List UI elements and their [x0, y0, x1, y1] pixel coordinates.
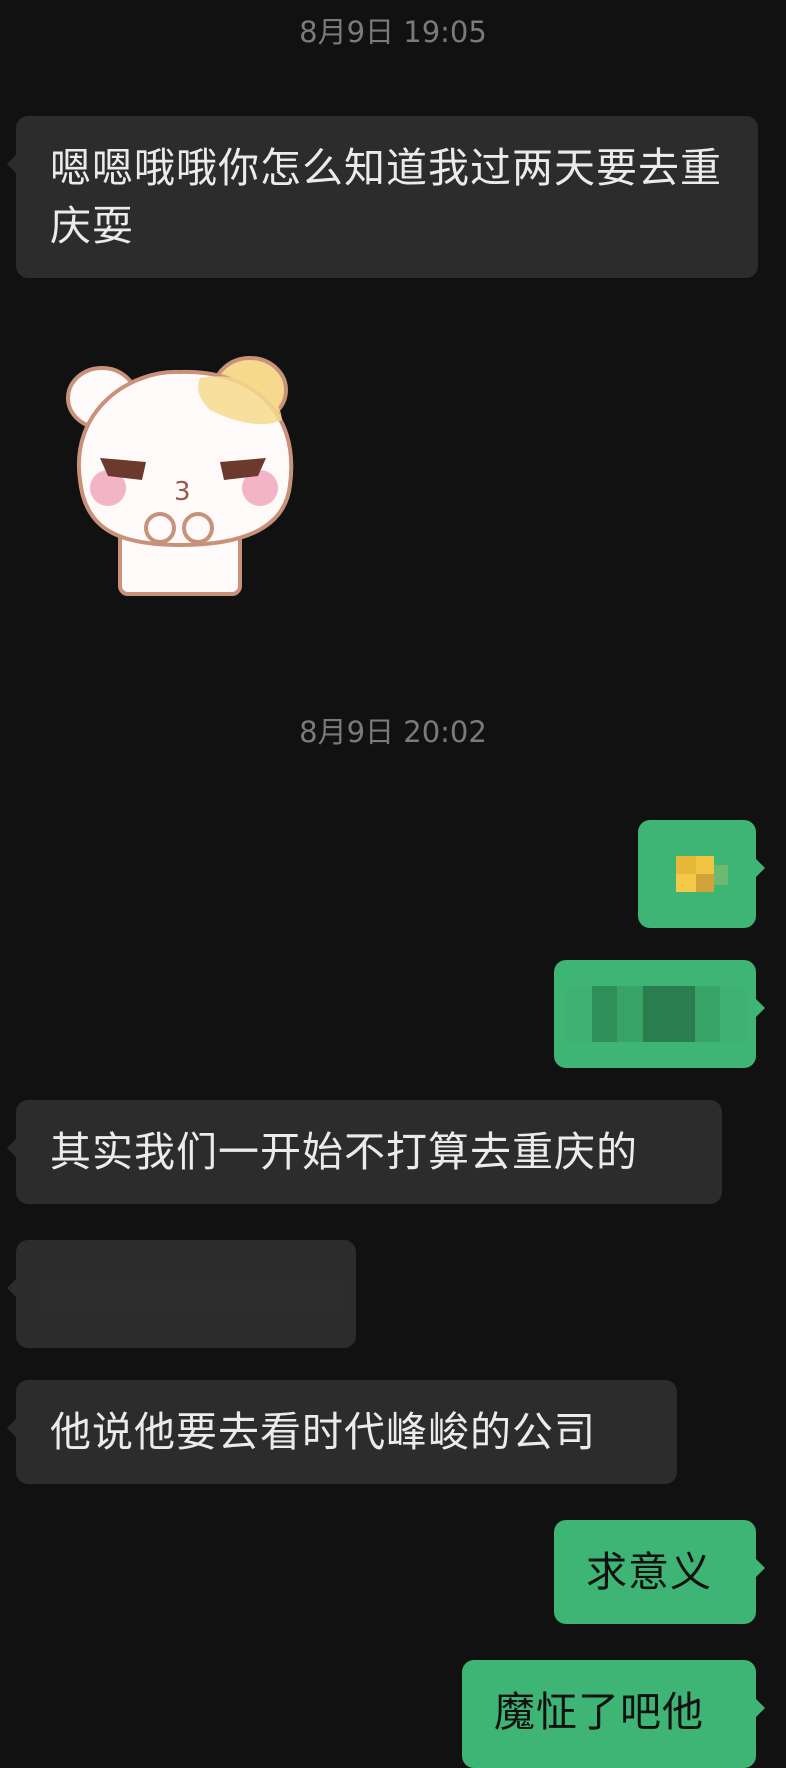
- message-text: 求意义: [586, 1548, 712, 1596]
- redacted-mosaic: [696, 856, 714, 874]
- bubble-tail: [7, 1278, 17, 1298]
- bubble-tail: [755, 1558, 765, 1578]
- message-text: 其实我们一开始不打算去重庆的: [50, 1128, 638, 1176]
- redacted-mosaic: [696, 874, 714, 892]
- timestamp: 8月9日 20:02: [299, 715, 487, 749]
- timestamp: 8月9日 19:05: [299, 15, 487, 49]
- outgoing-image-bubble[interactable]: [638, 820, 765, 928]
- incoming-message-bubble[interactable]: 嗯嗯哦哦你怎么知道我过两天要去重庆耍: [7, 116, 758, 278]
- hamster-sticker-icon: 3: [66, 356, 294, 596]
- redacted-mosaic: [566, 986, 747, 1042]
- redacted-mosaic: [42, 1278, 342, 1310]
- redacted-mosaic: [714, 865, 728, 885]
- bubble-tail: [755, 998, 765, 1018]
- incoming-message-bubble[interactable]: 他说他要去看时代峰峻的公司: [7, 1380, 677, 1484]
- message-text: 嗯嗯哦哦你怎么知道我过两天要去重庆耍: [50, 144, 722, 250]
- outgoing-message-bubble[interactable]: [554, 960, 765, 1068]
- svg-text:3: 3: [174, 477, 191, 507]
- message-text: 他说他要去看时代峰峻的公司: [50, 1408, 596, 1456]
- incoming-message-bubble[interactable]: [7, 1240, 356, 1348]
- bubble-tail: [7, 154, 17, 174]
- outgoing-message-bubble[interactable]: 魔怔了吧他: [462, 1660, 765, 1768]
- redacted-mosaic: [676, 874, 696, 892]
- outgoing-message-bubble[interactable]: 求意义: [554, 1520, 765, 1624]
- redacted-mosaic: [676, 856, 696, 874]
- incoming-message-bubble[interactable]: 其实我们一开始不打算去重庆的: [7, 1100, 722, 1204]
- bubble-tail: [7, 1138, 17, 1158]
- hamster-sticker-icon[interactable]: 3: [50, 350, 312, 604]
- bubble-tail: [755, 1698, 765, 1718]
- bubble-tail: [7, 1418, 17, 1438]
- bubble-tail: [755, 858, 765, 878]
- message-text: 魔怔了吧他: [494, 1688, 704, 1736]
